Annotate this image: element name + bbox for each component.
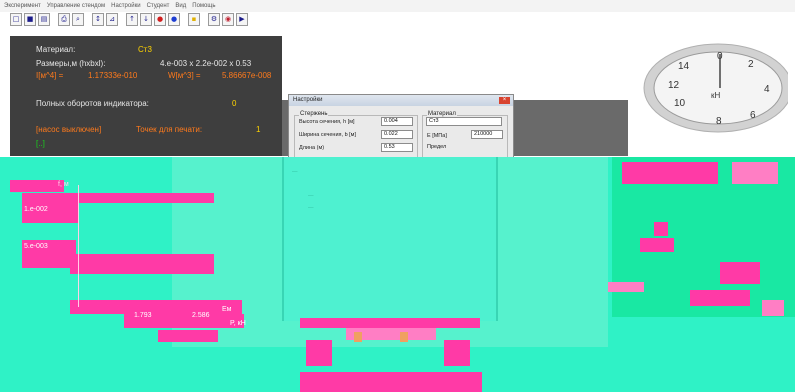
menu-view[interactable]: Вид — [175, 3, 186, 9]
toolbar-separator — [120, 13, 124, 29]
glitch-bar — [720, 262, 760, 284]
glitch-bar — [300, 372, 482, 392]
plot-x-axis-tag: Ем — [222, 306, 232, 313]
arrow-up-icon[interactable]: ↑ — [126, 13, 138, 26]
toolbar-separator — [182, 13, 186, 29]
material-value: Ст3 — [138, 45, 152, 54]
inertia-value: 1.17333e-010 — [88, 71, 138, 80]
glitch-bar — [300, 318, 480, 328]
close-icon[interactable]: × — [499, 97, 510, 104]
plot-y-unit: f, м — [58, 181, 69, 188]
width-input[interactable]: 0.022 — [381, 130, 413, 139]
glitch-bar — [22, 254, 214, 268]
plot-x-label: 2.586 — [192, 312, 210, 319]
gauge-number: 6 — [750, 110, 756, 121]
glitch-bar — [654, 222, 668, 236]
rod-group-title: Стержень — [299, 111, 329, 117]
ghost-text: — — [308, 193, 314, 199]
plot-x-label: 1.793 — [134, 312, 152, 319]
material-input[interactable]: Ст3 — [426, 117, 502, 126]
width-label: Ширина сечения, b [м] — [299, 132, 356, 138]
plot-y-label: 1.e-002 — [24, 206, 48, 213]
force-gauge: 0 2 4 6 8 10 12 14 кН — [643, 43, 788, 133]
menu-experiment[interactable]: Эксперимент — [4, 3, 41, 9]
height-label: Высота сечения, h [м] — [299, 119, 355, 125]
glitch-bar — [690, 290, 750, 306]
gauge-number: 10 — [674, 98, 686, 109]
ghost-text: — — [292, 169, 298, 175]
plot-y-axis — [78, 185, 79, 307]
toolbar-separator — [52, 13, 56, 29]
toolbar-separator — [202, 13, 206, 29]
dialog-ghost: — — — — [282, 157, 498, 321]
glitch-bar — [762, 300, 784, 316]
indicator-icon[interactable]: ◉ — [222, 13, 234, 26]
stand-bolt — [400, 332, 408, 342]
menu-student[interactable]: Студент — [147, 3, 170, 9]
exit-icon[interactable]: ▶ — [236, 13, 248, 26]
modulus-e-input[interactable]: 210000 — [471, 130, 503, 139]
ghost-text: — — [308, 205, 314, 211]
glitch-bar — [608, 282, 644, 292]
glitch-bar — [640, 238, 674, 252]
pump-status: [насос выключен] — [36, 125, 102, 134]
measure-icon[interactable]: ↕ — [92, 13, 104, 26]
arrow-down-icon[interactable]: ↓ — [140, 13, 152, 26]
yield-limit-label: Предел — [427, 144, 447, 150]
print-icon[interactable]: ⎙ — [58, 13, 70, 26]
stop-icon[interactable]: ● — [168, 13, 180, 26]
new-icon[interactable]: □ — [10, 13, 22, 26]
length-input[interactable]: 0.53 — [381, 143, 413, 152]
height-input[interactable]: 0.004 — [381, 117, 413, 126]
glitch-bar — [444, 340, 470, 366]
glitch-bar — [70, 300, 242, 314]
glitch-bar — [22, 193, 214, 203]
info-panel: Материал: Ст3 Размеры,м (hxbxl): 4.e-003… — [10, 36, 282, 156]
length-label: Длина (м) — [299, 145, 325, 151]
preview-icon[interactable]: ⌕ — [72, 13, 84, 26]
settings-icon[interactable]: ⚙ — [208, 13, 220, 26]
inertia-label: I[м^4] = — [36, 71, 64, 80]
gauge-number: 2 — [748, 59, 754, 70]
gauge-unit: кН — [711, 91, 721, 100]
modulus-label: W[м^3] = — [168, 71, 201, 80]
record-icon[interactable]: ● — [154, 13, 166, 26]
plot-x-unit: P, кН — [230, 320, 246, 327]
app-window: Эксперимент Управление стендом Настройки… — [0, 0, 795, 392]
stand-bolt — [354, 332, 362, 342]
modulus-value: 5.86667e-008 — [222, 71, 272, 80]
toolbar-separator — [86, 13, 90, 29]
chart-icon[interactable]: ⊿ — [106, 13, 118, 26]
modulus-e-label: E [МПа] — [427, 133, 447, 139]
turns-value: 0 — [232, 99, 237, 108]
menu-settings[interactable]: Настройки — [111, 3, 140, 9]
size-value: 4.e-003 x 2.2e-002 x 0.53 — [160, 59, 252, 68]
gauge-number: 12 — [668, 80, 680, 91]
flag-icon[interactable]: ▪ — [188, 13, 200, 26]
glitch-bar — [306, 340, 332, 366]
gauge-number: 8 — [716, 116, 722, 127]
toolbar: □ ■ ▤ ⎙ ⌕ ↕ ⊿ ↑ ↓ ● ● ▪ ⚙ ◉ ▶ — [10, 13, 248, 29]
print-points-label: Точек для печати: — [136, 125, 203, 134]
glitch-bar — [10, 180, 64, 192]
glitch-bar — [732, 162, 778, 184]
glitch-bar — [622, 162, 718, 184]
turns-label: Полных оборотов индикатора: — [36, 99, 149, 108]
menu-help[interactable]: Помощь — [192, 3, 215, 9]
size-label: Размеры,м (hxbxl): — [36, 59, 106, 68]
glitch-bar — [70, 268, 214, 274]
gauge-number: 14 — [678, 61, 690, 72]
status-bracket: [..] — [36, 139, 45, 148]
dialog-title-bar: Настройки × — [289, 95, 513, 106]
dialog-title: Настройки — [293, 97, 323, 103]
print-points-value: 1 — [256, 125, 261, 134]
glitch-bar — [158, 330, 218, 342]
menu-bar: Эксперимент Управление стендом Настройки… — [0, 0, 795, 12]
plot-y-label: 5.e-003 — [24, 243, 48, 250]
open-icon[interactable]: ▤ — [38, 13, 50, 26]
menu-stand-control[interactable]: Управление стендом — [47, 3, 105, 9]
gauge-number: 4 — [764, 84, 770, 95]
material-label: Материал: — [36, 45, 76, 54]
save-icon[interactable]: ■ — [24, 13, 36, 26]
